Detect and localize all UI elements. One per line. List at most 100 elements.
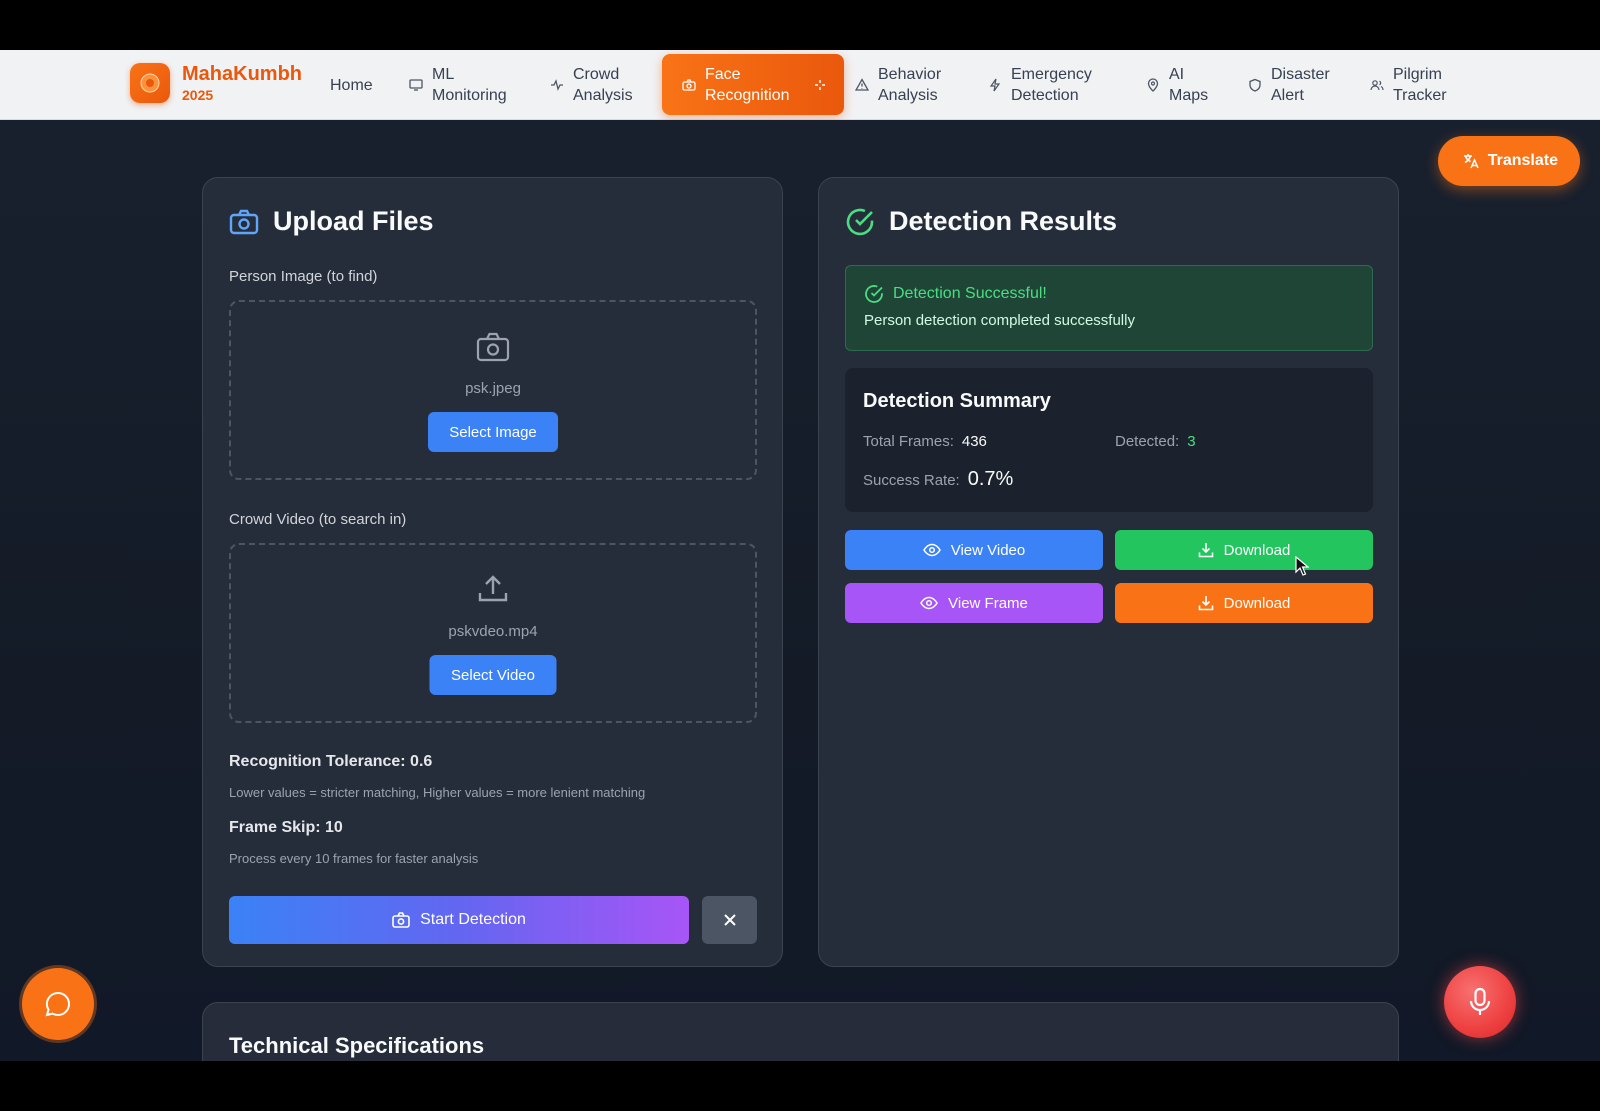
chat-button[interactable]	[22, 968, 94, 1040]
download-video-button[interactable]: Download	[1115, 530, 1373, 570]
nav-ai-maps[interactable]: AI Maps	[1146, 50, 1208, 120]
brand-name: MahaKumbh	[182, 63, 302, 85]
chat-bubble-icon	[45, 991, 70, 1017]
nav-emergency-line2: Detection	[1011, 87, 1079, 104]
upload-icon	[478, 575, 508, 602]
nav-behavior-analysis[interactable]: Behavior Analysis	[855, 50, 941, 120]
nav-pilgrim-line1: Pilgrim	[1393, 66, 1442, 83]
success-rate-label: Success Rate:	[863, 472, 960, 489]
warning-icon	[855, 78, 869, 91]
download-frame-label: Download	[1223, 594, 1291, 612]
crowd-video-dropzone[interactable]: pskvdeo.mp4 Select Video	[229, 543, 757, 723]
success-alert: Detection Successful! Person detection c…	[845, 265, 1373, 351]
translate-label: Translate	[1487, 152, 1558, 169]
nav-disaster-alert[interactable]: Disaster Alert	[1248, 50, 1330, 120]
upload-title: Upload Files	[273, 206, 434, 236]
eye-icon	[922, 543, 941, 557]
success-message: Person detection completed successfully	[864, 312, 1135, 329]
nav-disaster-line1: Disaster	[1271, 66, 1330, 83]
nav-face-line2: Recognition	[705, 86, 790, 104]
nav-disaster-line2: Alert	[1271, 87, 1304, 104]
detected-stat: Detected: 3	[1115, 433, 1196, 450]
voice-input-button[interactable]	[1444, 966, 1516, 1038]
frame-skip-label: Frame Skip: 10	[229, 819, 343, 836]
nav-pilgrim-line2: Tracker	[1393, 87, 1447, 104]
nav-crowd-line1: Crowd	[573, 66, 620, 83]
tolerance-hint: Lower values = stricter matching, Higher…	[229, 785, 646, 800]
camera-icon	[392, 912, 410, 928]
eye-icon	[920, 596, 938, 610]
technical-specs-card: Technical Specifications	[202, 1002, 1399, 1061]
nav-behavior-line2: Analysis	[878, 87, 938, 104]
top-navbar: MahaKumbh 2025 Home ML Monitoring Crowd An…	[0, 50, 1600, 120]
detected-label: Detected:	[1115, 433, 1180, 450]
nav-pilgrim-tracker[interactable]: Pilgrim Tracker	[1370, 50, 1447, 120]
microphone-icon	[1469, 987, 1491, 1015]
camera-icon	[682, 78, 696, 91]
translate-icon	[1463, 154, 1479, 169]
nav-ml-line2: Monitoring	[432, 87, 507, 104]
select-image-button[interactable]: Select Image	[428, 412, 558, 452]
detection-results-card: Detection Results Detection Successful! …	[818, 177, 1399, 967]
total-frames-stat: Total Frames: 436	[863, 433, 987, 450]
translate-button[interactable]: Translate	[1437, 136, 1580, 186]
detected-value: 3	[1187, 433, 1196, 450]
check-circle-icon	[865, 285, 883, 303]
check-circle-icon	[846, 208, 874, 235]
success-title: Detection Successful!	[893, 285, 1047, 302]
download-video-label: Download	[1223, 541, 1291, 559]
nav-emergency-line1: Emergency	[1011, 66, 1092, 83]
tolerance-label: Recognition Tolerance: 0.6	[229, 753, 433, 770]
users-icon	[1370, 80, 1384, 91]
nav-emergency-detection[interactable]: Emergency Detection	[988, 50, 1092, 120]
total-frames-value: 436	[961, 433, 987, 450]
main-content: Translate Upload Files Person Image (to …	[0, 120, 1600, 1061]
start-detection-label: Start Detection	[420, 911, 526, 928]
technical-specs-title: Technical Specifications	[229, 1033, 485, 1058]
crowd-video-label: Crowd Video (to search in)	[229, 511, 407, 528]
start-detection-button[interactable]: Start Detection	[229, 896, 689, 944]
brand-year: 2025	[182, 87, 214, 103]
view-video-label: View Video	[950, 541, 1026, 559]
download-frame-button[interactable]: Download	[1115, 583, 1373, 623]
summary-title: Detection Summary	[863, 390, 1051, 412]
nav-maps-line1: AI	[1169, 66, 1185, 83]
nav-ml-monitoring[interactable]: ML Monitoring	[409, 50, 507, 120]
nav-crowd-line2: Analysis	[573, 87, 633, 104]
nav-home-label: Home	[330, 76, 373, 94]
map-pin-icon	[1147, 78, 1159, 92]
nav-ml-line1: ML	[432, 66, 455, 83]
nav-behavior-line1: Behavior	[878, 66, 942, 83]
nav-face-recognition[interactable]: Face Recognition	[662, 54, 844, 115]
view-video-button[interactable]: View Video	[845, 530, 1103, 570]
nav-face-line1: Face	[705, 65, 741, 83]
nav-crowd-analysis[interactable]: Crowd Analysis	[550, 50, 633, 120]
camera-icon	[229, 209, 259, 234]
results-title: Detection Results	[889, 206, 1118, 236]
brand[interactable]: MahaKumbh 2025	[130, 63, 302, 103]
total-frames-label: Total Frames:	[863, 433, 954, 450]
nav-maps-line2: Maps	[1169, 87, 1209, 104]
view-frame-label: View Frame	[948, 594, 1028, 612]
download-icon	[1198, 543, 1213, 558]
brand-logo-icon	[130, 63, 170, 103]
camera-icon	[476, 332, 510, 362]
close-icon	[723, 914, 736, 926]
upload-files-card: Upload Files Person Image (to find) psk.…	[202, 177, 783, 967]
detection-summary: Detection Summary Total Frames: 436 Detec…	[845, 368, 1373, 512]
person-image-dropzone[interactable]: psk.jpeg Select Image	[229, 300, 757, 480]
download-icon	[1198, 596, 1213, 611]
frame-skip-hint: Process every 10 frames for faster analy…	[229, 851, 479, 866]
nav-home[interactable]: Home	[330, 50, 373, 120]
mouse-cursor-icon	[1295, 556, 1309, 576]
person-image-filename: psk.jpeg	[465, 380, 521, 397]
clear-button[interactable]	[702, 896, 757, 944]
select-video-button[interactable]: Select Video	[429, 655, 557, 695]
monitor-icon	[409, 79, 423, 91]
person-image-label: Person Image (to find)	[229, 268, 378, 285]
crowd-video-filename: pskvdeo.mp4	[448, 623, 538, 640]
zap-icon	[989, 78, 1001, 92]
shield-icon	[1249, 78, 1261, 92]
view-frame-button[interactable]: View Frame	[845, 583, 1103, 623]
activity-icon	[551, 79, 563, 91]
